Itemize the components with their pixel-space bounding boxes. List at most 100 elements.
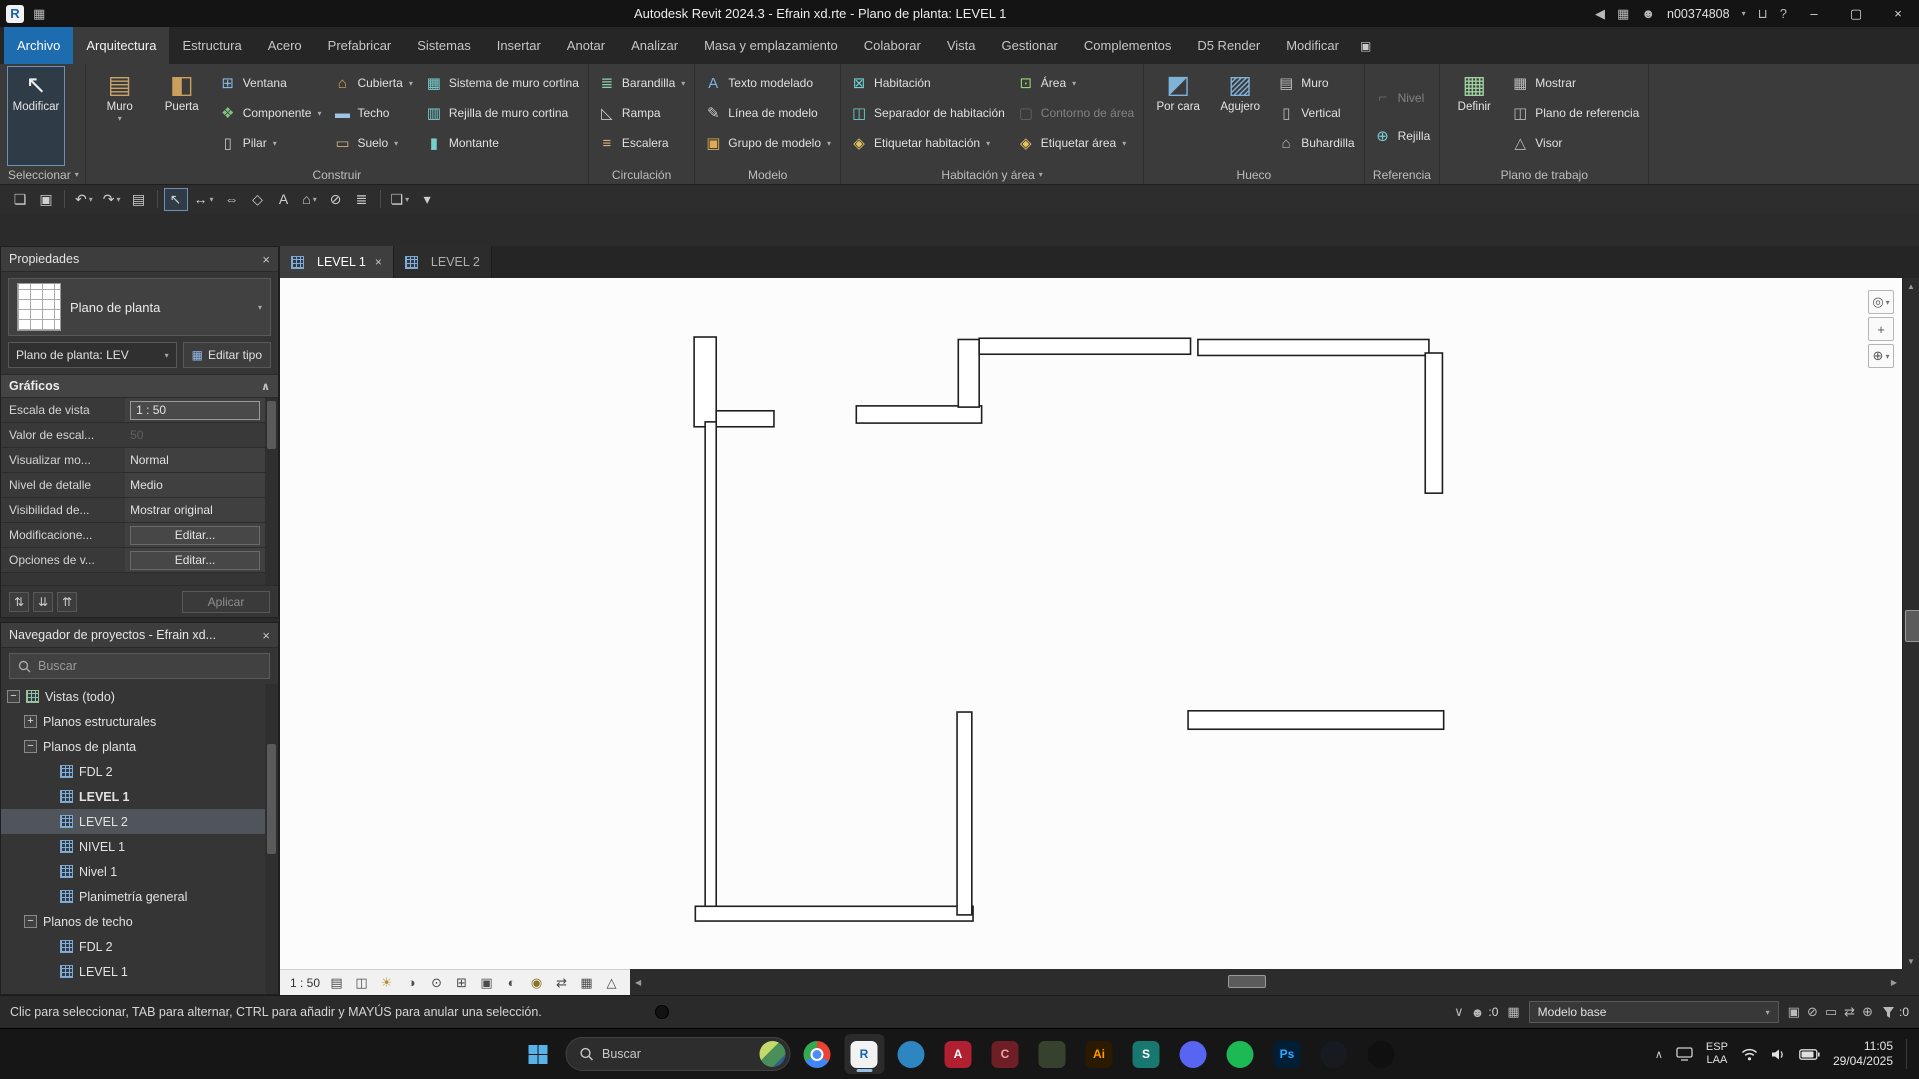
separador-de-habitacion-button[interactable]: ◫ Separador de habitación: [847, 98, 1008, 128]
analytical-model-icon[interactable]: △: [603, 975, 620, 991]
properties-scrollbar[interactable]: [265, 398, 278, 585]
wall-segment-1[interactable]: [693, 336, 718, 428]
qat-open-icon[interactable]: ❏: [8, 188, 32, 211]
tree-item-planimetria-general[interactable]: Planimetría general: [1, 884, 265, 909]
barandilla-button[interactable]: ≣ Barandilla ▾: [595, 68, 688, 98]
tree-item-planos-de-techo[interactable]: − Planos de techo: [1, 909, 265, 934]
sistema-de-muro-cortina-button[interactable]: ▦ Sistema de muro cortina: [422, 68, 582, 98]
value-input[interactable]: 1 : 50: [130, 400, 260, 420]
wall-segment-8[interactable]: [978, 337, 1192, 356]
ribbon-tab-analizar[interactable]: Analizar: [618, 27, 691, 64]
contorno-de-area-button[interactable]: ▢ Contorno de área: [1014, 98, 1137, 128]
vertical-scroll-track[interactable]: [1903, 294, 1919, 953]
taskbar-razer-icon[interactable]: [1361, 1034, 1401, 1074]
scroll-down-icon[interactable]: ▼: [1903, 953, 1919, 969]
back-icon[interactable]: ◀: [1595, 6, 1605, 22]
taskbar-clock[interactable]: 11:05 29/04/2025: [1833, 1039, 1893, 1069]
property-value[interactable]: Mostrar original: [125, 498, 265, 522]
taskbar-app-dark-green-icon[interactable]: [1032, 1034, 1072, 1074]
horizontal-scrollbar[interactable]: ◀ ▶: [630, 969, 1902, 995]
vertical-button[interactable]: ▯ Vertical: [1274, 98, 1357, 128]
ribbon-tab-arquitectura[interactable]: Arquitectura: [73, 27, 170, 64]
etiquetar-habitacion-button[interactable]: ◈ Etiquetar habitación ▾: [847, 128, 1008, 158]
techo-button[interactable]: ▬ Techo: [330, 98, 415, 128]
visual-style-icon[interactable]: ◫: [353, 975, 370, 991]
ribbon-tab-anotar[interactable]: Anotar: [554, 27, 618, 64]
view-tab-level-2[interactable]: LEVEL 2: [393, 246, 492, 278]
wall-segment-4[interactable]: [694, 905, 974, 922]
mostrar-button[interactable]: ▦ Mostrar: [1508, 68, 1642, 98]
wall-segment-6[interactable]: [855, 405, 983, 424]
scrollbar-thumb[interactable]: [267, 401, 276, 449]
crop-view-icon[interactable]: ⊞: [453, 975, 470, 991]
qat-section-icon[interactable]: ⊘: [324, 188, 348, 211]
tree-item-level-1[interactable]: LEVEL 1: [1, 784, 265, 809]
taskbar-discord-icon[interactable]: [1173, 1034, 1213, 1074]
view-tab-level-1[interactable]: LEVEL 1 ×: [280, 246, 394, 278]
navigation-wheel-icon[interactable]: ◎ ▾: [1868, 290, 1894, 314]
taskbar-app-blue-circle-icon[interactable]: [891, 1034, 931, 1074]
exclude-options-icon[interactable]: ⊘: [1807, 1004, 1818, 1020]
select-pin-icon[interactable]: ⊕: [1862, 1004, 1873, 1020]
horizontal-scroll-thumb[interactable]: [1227, 975, 1266, 988]
graphics-section-header[interactable]: Gráficos ∧: [1, 374, 278, 398]
store-icon[interactable]: ⊔: [1758, 6, 1768, 22]
buhardilla-button[interactable]: ⌂ Buhardilla: [1274, 128, 1357, 158]
reveal-hidden-icon[interactable]: ◉: [528, 975, 545, 991]
ribbon-tab-sistemas[interactable]: Sistemas: [404, 27, 483, 64]
filter-combo[interactable]: Plano de planta: LEV ▾: [8, 342, 177, 368]
taskbar-search[interactable]: Buscar: [565, 1037, 790, 1071]
tree-item-level-2[interactable]: LEVEL 2: [1, 809, 265, 834]
start-button[interactable]: [518, 1034, 558, 1074]
home-grid-icon[interactable]: ▦: [33, 6, 45, 22]
connect-icon[interactable]: ▦: [1617, 6, 1629, 22]
pilar-button[interactable]: ▯ Pilar ▾: [216, 128, 325, 158]
worksets-icon[interactable]: ▦: [1507, 1004, 1519, 1020]
sort-default-icon[interactable]: ⇅: [9, 591, 29, 612]
press-drag-icon[interactable]: ▭: [1825, 1004, 1837, 1020]
panel-caret-icon[interactable]: ▾: [75, 170, 79, 179]
dropdown-caret-icon[interactable]: ▾: [1885, 352, 1889, 361]
show-rendering-icon[interactable]: ⊙: [428, 975, 445, 991]
username[interactable]: n00374808: [1667, 7, 1730, 21]
taskbar-app-maroon-icon[interactable]: C: [985, 1034, 1025, 1074]
taskbar-photoshop-icon[interactable]: Ps: [1267, 1034, 1307, 1074]
wifi-icon[interactable]: [1741, 1048, 1758, 1061]
sort-descending-icon[interactable]: ⇈: [57, 591, 77, 612]
close-button[interactable]: ×: [1883, 6, 1913, 21]
rejilla-button[interactable]: ⊕ Rejilla: [1371, 121, 1434, 151]
property-value[interactable]: 1 : 50: [125, 398, 265, 422]
tree-item-fdl-2[interactable]: FDL 2: [1, 934, 265, 959]
qat-print-icon[interactable]: ▤: [127, 188, 151, 211]
sort-ascending-icon[interactable]: ⇊: [33, 591, 53, 612]
user-menu-caret-icon[interactable]: ▾: [1742, 9, 1746, 18]
property-value[interactable]: Editar...: [125, 523, 265, 547]
property-value[interactable]: Medio: [125, 473, 265, 497]
edit-type-button[interactable]: ▦ Editar tipo: [182, 342, 271, 368]
texto-modelado-button[interactable]: A Texto modelado: [701, 68, 834, 98]
language-indicator[interactable]: ESP LAA: [1706, 1041, 1728, 1067]
type-selector[interactable]: Plano de planta ▾: [8, 278, 271, 336]
battery-icon[interactable]: [1799, 1048, 1820, 1060]
tree-item-vistas-todo[interactable]: − Vistas (todo): [1, 684, 265, 709]
project-browser-close-icon[interactable]: ×: [254, 628, 270, 643]
tree-item-level-1[interactable]: LEVEL 1: [1, 959, 265, 984]
expander-plus-icon[interactable]: +: [24, 715, 37, 728]
shadows-icon[interactable]: ◑: [403, 975, 420, 991]
zoom-icon[interactable]: ⊕ ▾: [1868, 344, 1894, 368]
editable-elements-icon[interactable]: ☻: [1471, 1005, 1485, 1020]
ribbon-tab-modificar[interactable]: Modificar: [1273, 27, 1352, 64]
ribbon-tab-gestionar[interactable]: Gestionar: [989, 27, 1071, 64]
scroll-up-icon[interactable]: ▲: [1903, 278, 1919, 294]
pan-icon[interactable]: +: [1868, 317, 1894, 341]
scroll-right-icon[interactable]: ▶: [1886, 969, 1902, 995]
show-crop-icon[interactable]: ▣: [478, 975, 495, 991]
scroll-left-icon[interactable]: ◀: [630, 969, 646, 995]
ribbon-tab-prefabricar[interactable]: Prefabricar: [315, 27, 405, 64]
panel-caret-icon[interactable]: ▾: [1039, 170, 1043, 179]
wall-segment-5[interactable]: [956, 711, 973, 916]
apply-button[interactable]: Aplicar: [182, 590, 270, 613]
ribbon-tab-acero[interactable]: Acero: [255, 27, 315, 64]
nivel-button[interactable]: ⌐ Nivel: [1371, 83, 1434, 113]
muro-button[interactable]: ▤ Muro ▾: [92, 67, 148, 165]
